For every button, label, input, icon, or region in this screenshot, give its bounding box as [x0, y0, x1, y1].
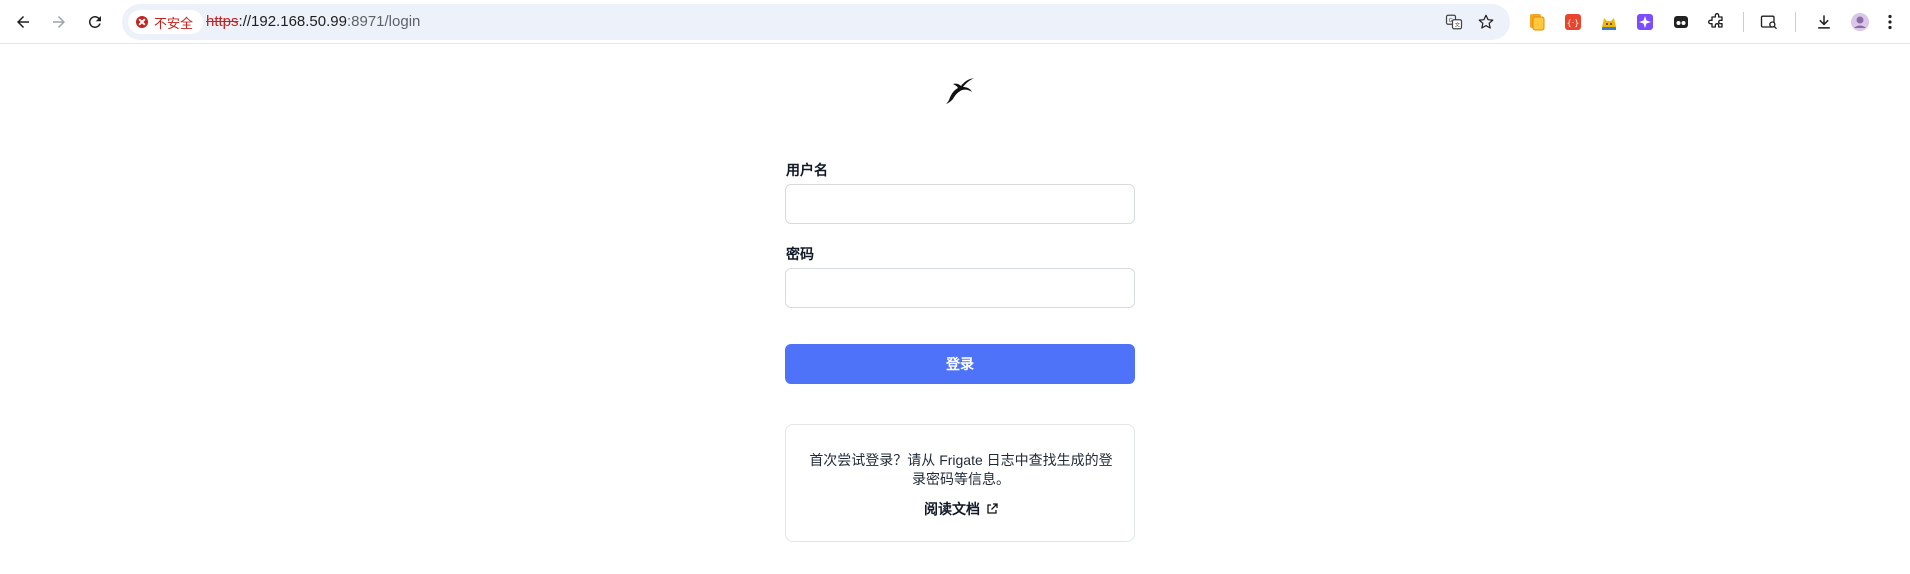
toolbar-separator — [1743, 12, 1744, 32]
url-path: :8971/login — [346, 13, 421, 30]
reload-button[interactable] — [79, 6, 111, 38]
url-text[interactable]: https://192.168.50.99:8971/login — [206, 13, 420, 30]
menu-icon — [1888, 14, 1892, 30]
extensions-menu-button[interactable] — [1705, 10, 1729, 34]
read-docs-link[interactable]: 阅读文档 — [786, 499, 1136, 519]
first-login-message: 首次尝试登录？请从 Frigate 日志中查找生成的登录密码等信息。 — [809, 452, 1113, 487]
url-scheme: https — [206, 13, 239, 30]
forward-button[interactable] — [43, 6, 75, 38]
notes-extension-icon — [1530, 14, 1545, 31]
url-host: ://192.168.50.99 — [238, 13, 347, 30]
bookmark-button[interactable] — [1476, 12, 1496, 32]
mask-extension-icon — [1674, 16, 1688, 28]
extension-cat[interactable] — [1597, 10, 1621, 34]
back-icon — [17, 16, 29, 28]
security-indicator[interactable]: 不安全 — [128, 10, 204, 34]
download-icon — [1818, 15, 1830, 29]
extension-mask[interactable] — [1669, 10, 1693, 34]
svg-text:G: G — [1449, 18, 1453, 24]
extension-purple[interactable] — [1633, 10, 1657, 34]
puzzle-icon — [1708, 13, 1723, 28]
username-input[interactable] — [785, 184, 1135, 224]
read-docs-label: 阅读文档 — [924, 501, 980, 517]
password-input[interactable] — [785, 268, 1135, 308]
address-bar[interactable]: 不安全 https://192.168.50.99:8971/login G 文 — [122, 4, 1510, 40]
login-button[interactable]: 登录 — [785, 344, 1135, 384]
translate-icon: G 文 — [1445, 14, 1463, 30]
back-button[interactable] — [7, 6, 39, 38]
external-link-icon — [987, 503, 998, 514]
forward-icon — [53, 16, 65, 28]
not-secure-icon — [136, 16, 148, 28]
username-label: 用户名 — [786, 162, 828, 178]
reload-icon — [88, 15, 101, 28]
downloads-button[interactable] — [1812, 10, 1836, 34]
profile-avatar — [1851, 13, 1869, 31]
translate-button[interactable]: G 文 — [1444, 12, 1464, 32]
tab-search-button[interactable] — [1757, 10, 1781, 34]
bookmark-star-icon — [1478, 14, 1494, 29]
cat-extension-icon — [1602, 18, 1616, 30]
tab-search-icon — [1760, 15, 1777, 30]
extension-json[interactable]: {·} — [1561, 10, 1585, 34]
browser-menu-button[interactable] — [1878, 10, 1902, 34]
security-label: 不安全 — [154, 15, 194, 31]
extension-notes[interactable] — [1525, 10, 1549, 34]
browser-toolbar: 不安全 https://192.168.50.99:8971/login G 文… — [0, 0, 1910, 44]
frigate-logo-icon — [946, 78, 974, 104]
sparkle-extension-icon — [1637, 14, 1653, 30]
toolbar-separator — [1795, 12, 1796, 32]
first-login-info-card: 首次尝试登录？请从 Frigate 日志中查找生成的登录密码等信息。 阅读文档 — [785, 424, 1135, 542]
json-extension-icon: {·} — [1565, 14, 1581, 30]
profile-button[interactable] — [1848, 10, 1872, 34]
svg-text:{·}: {·} — [1567, 19, 1580, 28]
password-label: 密码 — [786, 246, 814, 262]
